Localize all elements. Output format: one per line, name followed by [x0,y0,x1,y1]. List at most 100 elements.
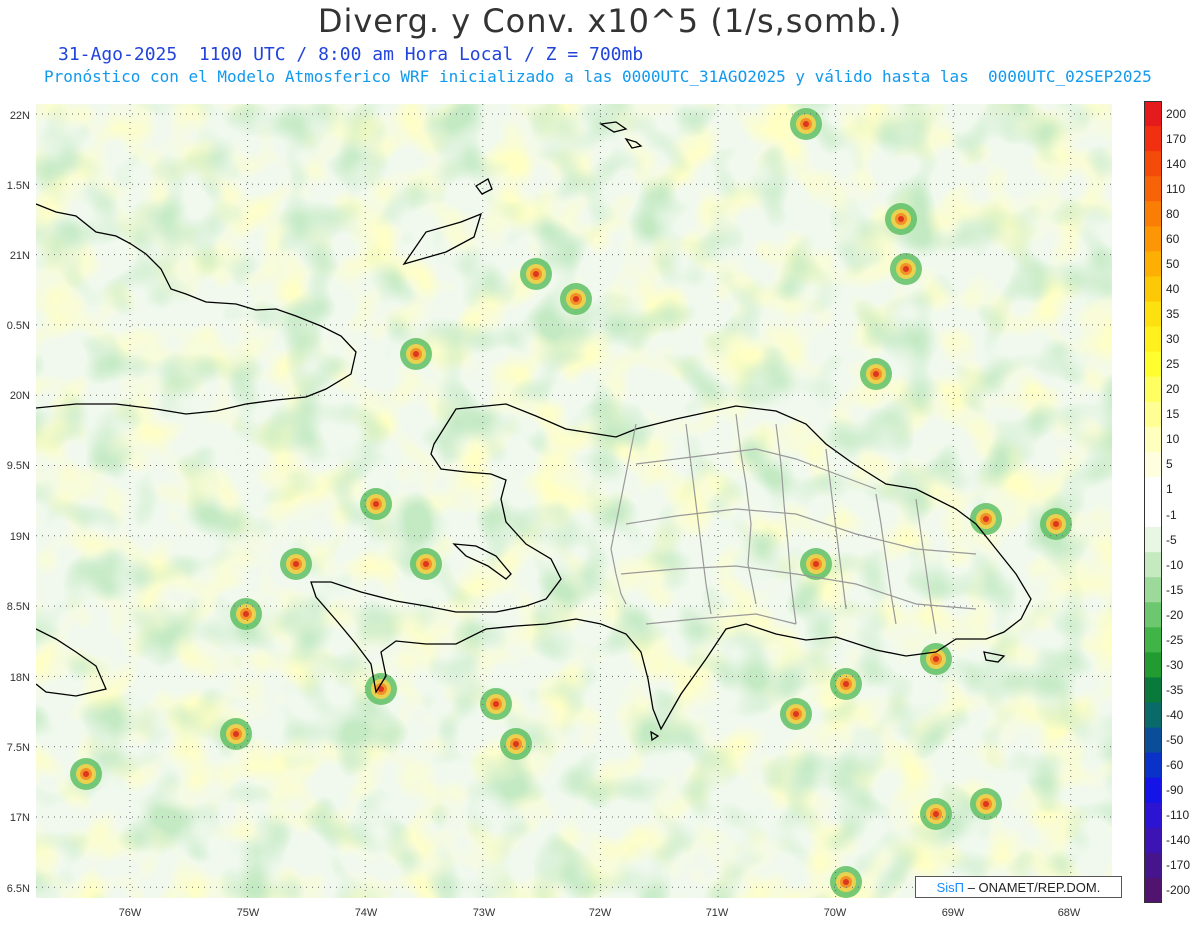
colorbar-label: 15 [1166,407,1180,422]
colorbar-swatch [1144,602,1162,628]
convection-cell [493,701,499,707]
convection-cell [413,351,419,357]
credit-brand: SisΠ [936,880,965,895]
colorbar-label: 110 [1166,181,1186,196]
convection-cell [83,771,89,777]
lat-label-7: 8.5N [6,601,30,613]
colorbar-label: 10 [1166,432,1180,447]
colorbar-label: 5 [1166,457,1173,472]
divergence-field [36,104,1112,898]
lon-label-6: 70W [823,907,847,919]
colorbar-label: 50 [1166,256,1180,271]
convection-cell [843,681,849,687]
colorbar-label: -5 [1166,532,1177,547]
credit-text: – ONAMET/REP.DOM. [964,880,1101,895]
colorbar-swatch [1144,126,1162,152]
colorbar-swatch [1144,351,1162,378]
lon-label-5: 71W [705,907,729,919]
divergence-map [36,104,1112,898]
map-title: Diverg. y Conv. x10^5 (1/s,somb.) [317,2,903,40]
colorbar-label: -170 [1166,858,1191,873]
colorbar-swatch [1144,201,1162,227]
convection-cell [903,266,909,272]
convection-cell [898,216,904,222]
colorbar-swatch [1144,752,1162,779]
colorbar-swatch [1144,301,1162,328]
colorbar-label: 40 [1166,281,1180,296]
colorbar-label: -30 [1166,657,1184,672]
convection-cell [233,731,239,737]
convection-cell [573,296,579,302]
lon-label-1: 75W [236,907,260,919]
colorbar-label: -90 [1166,783,1184,798]
colorbar-label: -10 [1166,557,1184,572]
colorbar-swatch [1144,326,1162,353]
colorbar-label: 200 [1166,106,1187,121]
convection-cell [293,561,299,567]
colorbar-swatch [1144,226,1162,252]
colorbar-swatch [1144,276,1162,302]
lat-label-11: 6.5N [6,883,30,895]
colorbar-label: -60 [1166,758,1184,773]
lat-label-9: 7.5N [6,742,30,754]
colorbar-label: 80 [1166,206,1180,221]
colorbar-label: 140 [1166,156,1187,171]
lat-label-8: 18N [9,672,30,684]
colorbar [1144,101,1162,903]
colorbar-swatch [1144,151,1162,177]
lon-label-3: 73W [472,907,496,919]
colorbar-swatch [1144,652,1162,678]
convection-cell [513,741,519,747]
credit-box: SisΠ – ONAMET/REP.DOM. [915,876,1122,898]
colorbar-swatch [1144,702,1162,729]
colorbar-swatch [1144,802,1162,829]
valid-time-subtitle: 31-Ago-2025 1100 UTC / 8:00 am Hora Loca… [58,44,644,65]
colorbar-swatch [1144,426,1162,453]
colorbar-swatch [1144,627,1162,653]
colorbar-label: 35 [1166,307,1180,322]
colorbar-swatch [1144,877,1162,903]
lon-label-8: 68W [1057,907,1081,919]
lon-label-2: 74W [354,907,378,919]
convection-cell [983,516,989,522]
convection-cell [983,801,989,807]
colorbar-swatch [1144,777,1162,804]
lon-label-7: 69W [941,907,965,919]
colorbar-label: 170 [1166,131,1187,146]
lat-label-5: 9.5N [6,460,30,472]
colorbar-label: 25 [1166,357,1180,372]
colorbar-swatch [1144,401,1162,428]
convection-cell [873,371,879,377]
convection-cell [933,656,939,662]
colorbar-label: -20 [1166,607,1184,622]
convection-cell [803,121,809,127]
colorbar-swatch [1144,527,1162,553]
convection-cell [813,561,819,567]
colorbar-swatch [1144,251,1162,277]
colorbar-swatch [1144,577,1162,603]
colorbar-swatch [1144,827,1162,854]
colorbar-swatch [1144,101,1162,127]
lon-label-0: 76W [118,907,142,919]
lat-label-1: 1.5N [6,180,30,192]
forecast-description: Pronóstico con el Modelo Atmosferico WRF… [44,67,1152,86]
lat-label-3: 0.5N [6,320,30,332]
colorbar-swatch [1144,376,1162,403]
convection-cell [1053,521,1059,527]
colorbar-label: -1 [1166,507,1177,522]
colorbar-label: 30 [1166,332,1180,347]
colorbar-swatch [1144,451,1162,478]
colorbar-label: 20 [1166,382,1180,397]
convection-cell [533,271,539,277]
colorbar-label: -200 [1166,883,1191,898]
colorbar-label: -110 [1166,808,1190,823]
colorbar-label: -25 [1166,632,1184,647]
colorbar-swatch [1144,476,1162,503]
lon-label-4: 72W [588,907,612,919]
colorbar-label: -35 [1166,682,1184,697]
lat-label-6: 19N [9,531,30,543]
colorbar-label: -140 [1166,833,1191,848]
convection-cell [373,501,379,507]
lat-label-10: 17N [9,812,30,824]
convection-cell [423,561,429,567]
